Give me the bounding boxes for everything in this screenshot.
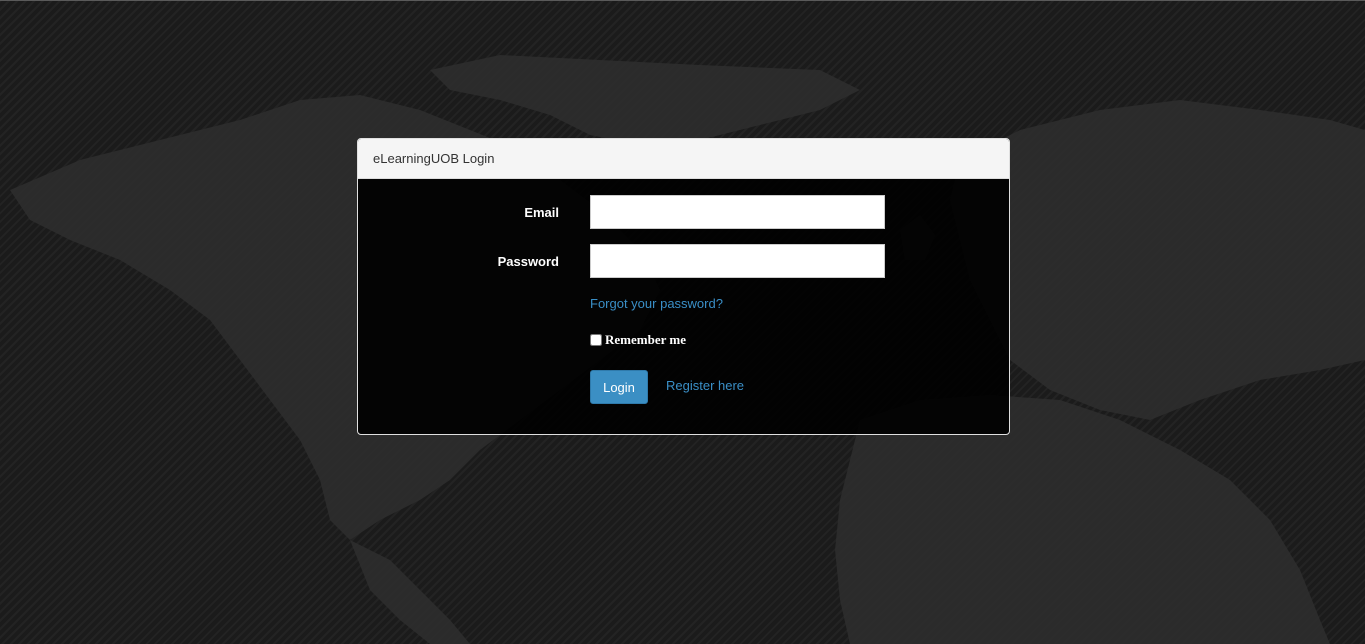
panel-heading: eLearningUOB Login [358, 139, 1009, 179]
remember-me-label: Remember me [605, 332, 686, 347]
panel-title: eLearningUOB Login [373, 151, 495, 166]
top-border-line [0, 0, 1365, 1]
login-button[interactable]: Login [590, 370, 648, 404]
login-panel: eLearningUOB Login Email Password Forgot… [357, 138, 1010, 435]
email-field[interactable] [590, 195, 885, 229]
remember-me-checkbox[interactable] [590, 334, 602, 346]
remember-me-row: Remember me [590, 332, 686, 348]
forgot-password-link[interactable]: Forgot your password? [590, 296, 723, 311]
password-field[interactable] [590, 244, 885, 278]
register-link[interactable]: Register here [666, 378, 744, 393]
password-label: Password [497, 254, 559, 269]
email-label: Email [524, 205, 559, 220]
